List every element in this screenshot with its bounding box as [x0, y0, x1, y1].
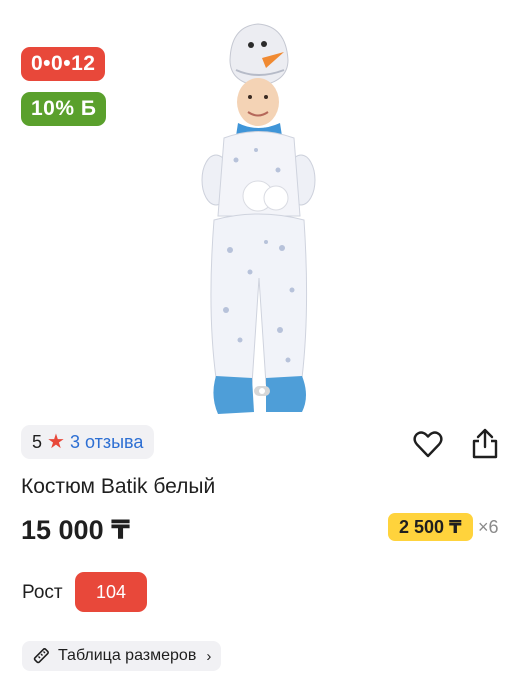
- rating-chip[interactable]: 5 ★ 3 отзыва: [21, 425, 155, 459]
- bonus-badge: 10% Б: [21, 92, 107, 126]
- carousel-dot: [259, 388, 265, 394]
- share-icon: [472, 428, 498, 459]
- size-option-selected[interactable]: 104: [75, 572, 147, 612]
- share-button[interactable]: [468, 426, 502, 460]
- heart-icon: [413, 431, 443, 458]
- size-label: Рост: [22, 582, 63, 603]
- product-gallery[interactable]: 0•0•12 10% Б: [0, 0, 524, 414]
- chevron-right-icon: ›: [206, 647, 212, 665]
- installment-multiplier: ×6: [478, 517, 499, 537]
- product-title: Костюм Batik белый: [21, 475, 216, 498]
- star-icon: ★: [47, 431, 65, 453]
- size-table-label: Таблица размеров: [58, 647, 197, 664]
- favorite-button[interactable]: [411, 427, 445, 461]
- installment-amount[interactable]: 2 500 ₸: [388, 513, 473, 541]
- reviews-link[interactable]: 3 отзыва: [70, 432, 143, 453]
- ruler-icon: [33, 648, 49, 664]
- product-price: 15 000 ₸: [21, 515, 130, 545]
- product-image: [201, 23, 316, 414]
- carousel-indicator[interactable]: [254, 386, 270, 396]
- rating-value: 5: [32, 431, 43, 452]
- installment-badge: 0•0•12: [21, 47, 106, 81]
- size-table-button[interactable]: Таблица размеров ›: [22, 641, 222, 671]
